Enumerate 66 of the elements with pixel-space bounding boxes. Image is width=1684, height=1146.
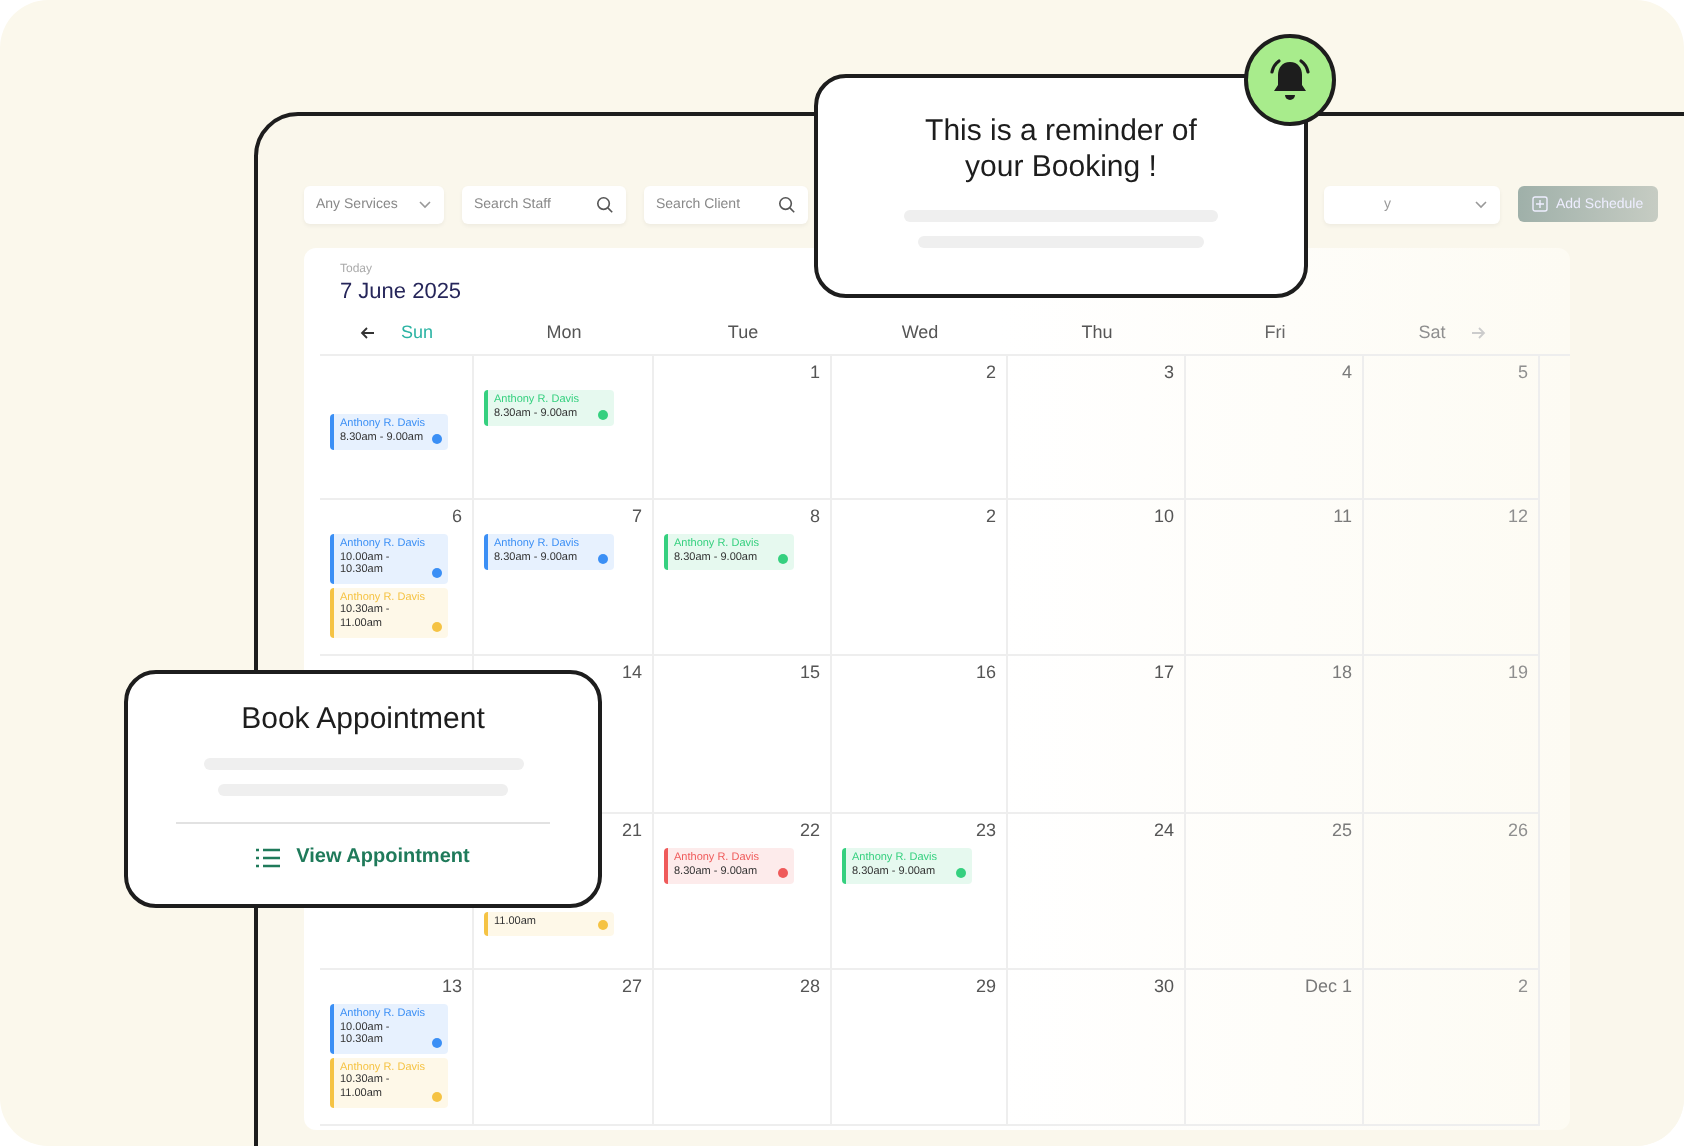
day-number: 27	[621, 976, 642, 996]
day-cell[interactable]: 24	[1008, 814, 1186, 970]
day-number: 6	[451, 506, 462, 526]
day-number: 7	[631, 506, 642, 526]
weekday-tab[interactable]: Fri	[1264, 322, 1286, 342]
day-number: 13	[441, 976, 462, 996]
popup-title: Book Appointment	[239, 702, 487, 738]
day-cell[interactable]: 3	[1008, 356, 1186, 500]
weekday-tab[interactable]: Mon	[546, 322, 582, 342]
day-cell[interactable]: 29	[832, 970, 1008, 1126]
day-number: 28	[799, 976, 820, 996]
day-number: 30	[1153, 976, 1174, 996]
day-number: 23	[975, 820, 996, 840]
day-cell[interactable]: 1	[654, 356, 832, 500]
day-number: 21	[621, 820, 642, 840]
day-number: 8	[809, 506, 820, 526]
day-cell[interactable]: 16	[832, 656, 1008, 814]
day-number: 1	[809, 362, 820, 382]
day-number: 25	[1331, 820, 1352, 840]
day-number: 26	[1507, 820, 1528, 840]
chevron-down-icon	[418, 199, 432, 209]
weekday-tab[interactable]: Thu	[1081, 322, 1113, 342]
day-cell[interactable]: 11	[1186, 500, 1364, 656]
day-number: 24	[1153, 820, 1174, 840]
day-number: 12	[1507, 506, 1528, 526]
day-number: 18	[1331, 662, 1352, 682]
day-cell[interactable]: 15	[654, 656, 832, 814]
day-number: 29	[975, 976, 996, 996]
day-cell[interactable]: 25	[1186, 814, 1364, 970]
day-number: 15	[799, 662, 820, 682]
day-number: 2	[1517, 976, 1528, 996]
day-number: 5	[1517, 362, 1528, 382]
day-cell[interactable]: 4	[1186, 356, 1364, 500]
day-number: 16	[975, 662, 996, 682]
chevron-down-icon	[1474, 199, 1488, 209]
day-cell[interactable]: 10	[1008, 500, 1186, 656]
day-cell[interactable]: Dec 1	[1186, 970, 1364, 1126]
search-icon	[596, 195, 614, 213]
day-cell[interactable]: 30	[1008, 970, 1186, 1126]
day-number: 3	[1163, 362, 1174, 382]
bell-icon	[1264, 54, 1316, 106]
day-cell[interactable]: 2	[832, 356, 1008, 500]
day-number: 22	[799, 820, 820, 840]
day-number: 4	[1341, 362, 1352, 382]
search-icon	[778, 195, 796, 213]
day-number: 19	[1507, 662, 1528, 682]
day-number: 11	[1333, 506, 1352, 526]
list-icon	[256, 847, 281, 867]
day-cell[interactable]: 17	[1008, 656, 1186, 814]
plus-icon	[1532, 196, 1548, 212]
day-cell[interactable]: 28	[654, 970, 832, 1126]
day-number: 2	[985, 362, 996, 382]
weekday-tab[interactable]: Tue	[727, 322, 759, 342]
day-number: 14	[621, 662, 642, 682]
day-cell[interactable]: 27	[474, 970, 654, 1126]
day-number: Dec 1	[1304, 976, 1352, 996]
day-cell[interactable]: 18	[1186, 656, 1364, 814]
current-date: 7 June 2025	[340, 280, 464, 304]
day-number: 2	[985, 506, 996, 526]
arrow-left-icon[interactable]	[360, 325, 377, 339]
day-cell[interactable]: 2	[832, 500, 1008, 656]
day-number: 10	[1153, 506, 1174, 526]
weekday-tab[interactable]: Wed	[901, 322, 939, 342]
view-appointment-link[interactable]: View Appointment	[244, 844, 482, 870]
day-number: 17	[1153, 662, 1174, 682]
reminder-text: This is a reminder of your Booking !	[923, 114, 1199, 186]
